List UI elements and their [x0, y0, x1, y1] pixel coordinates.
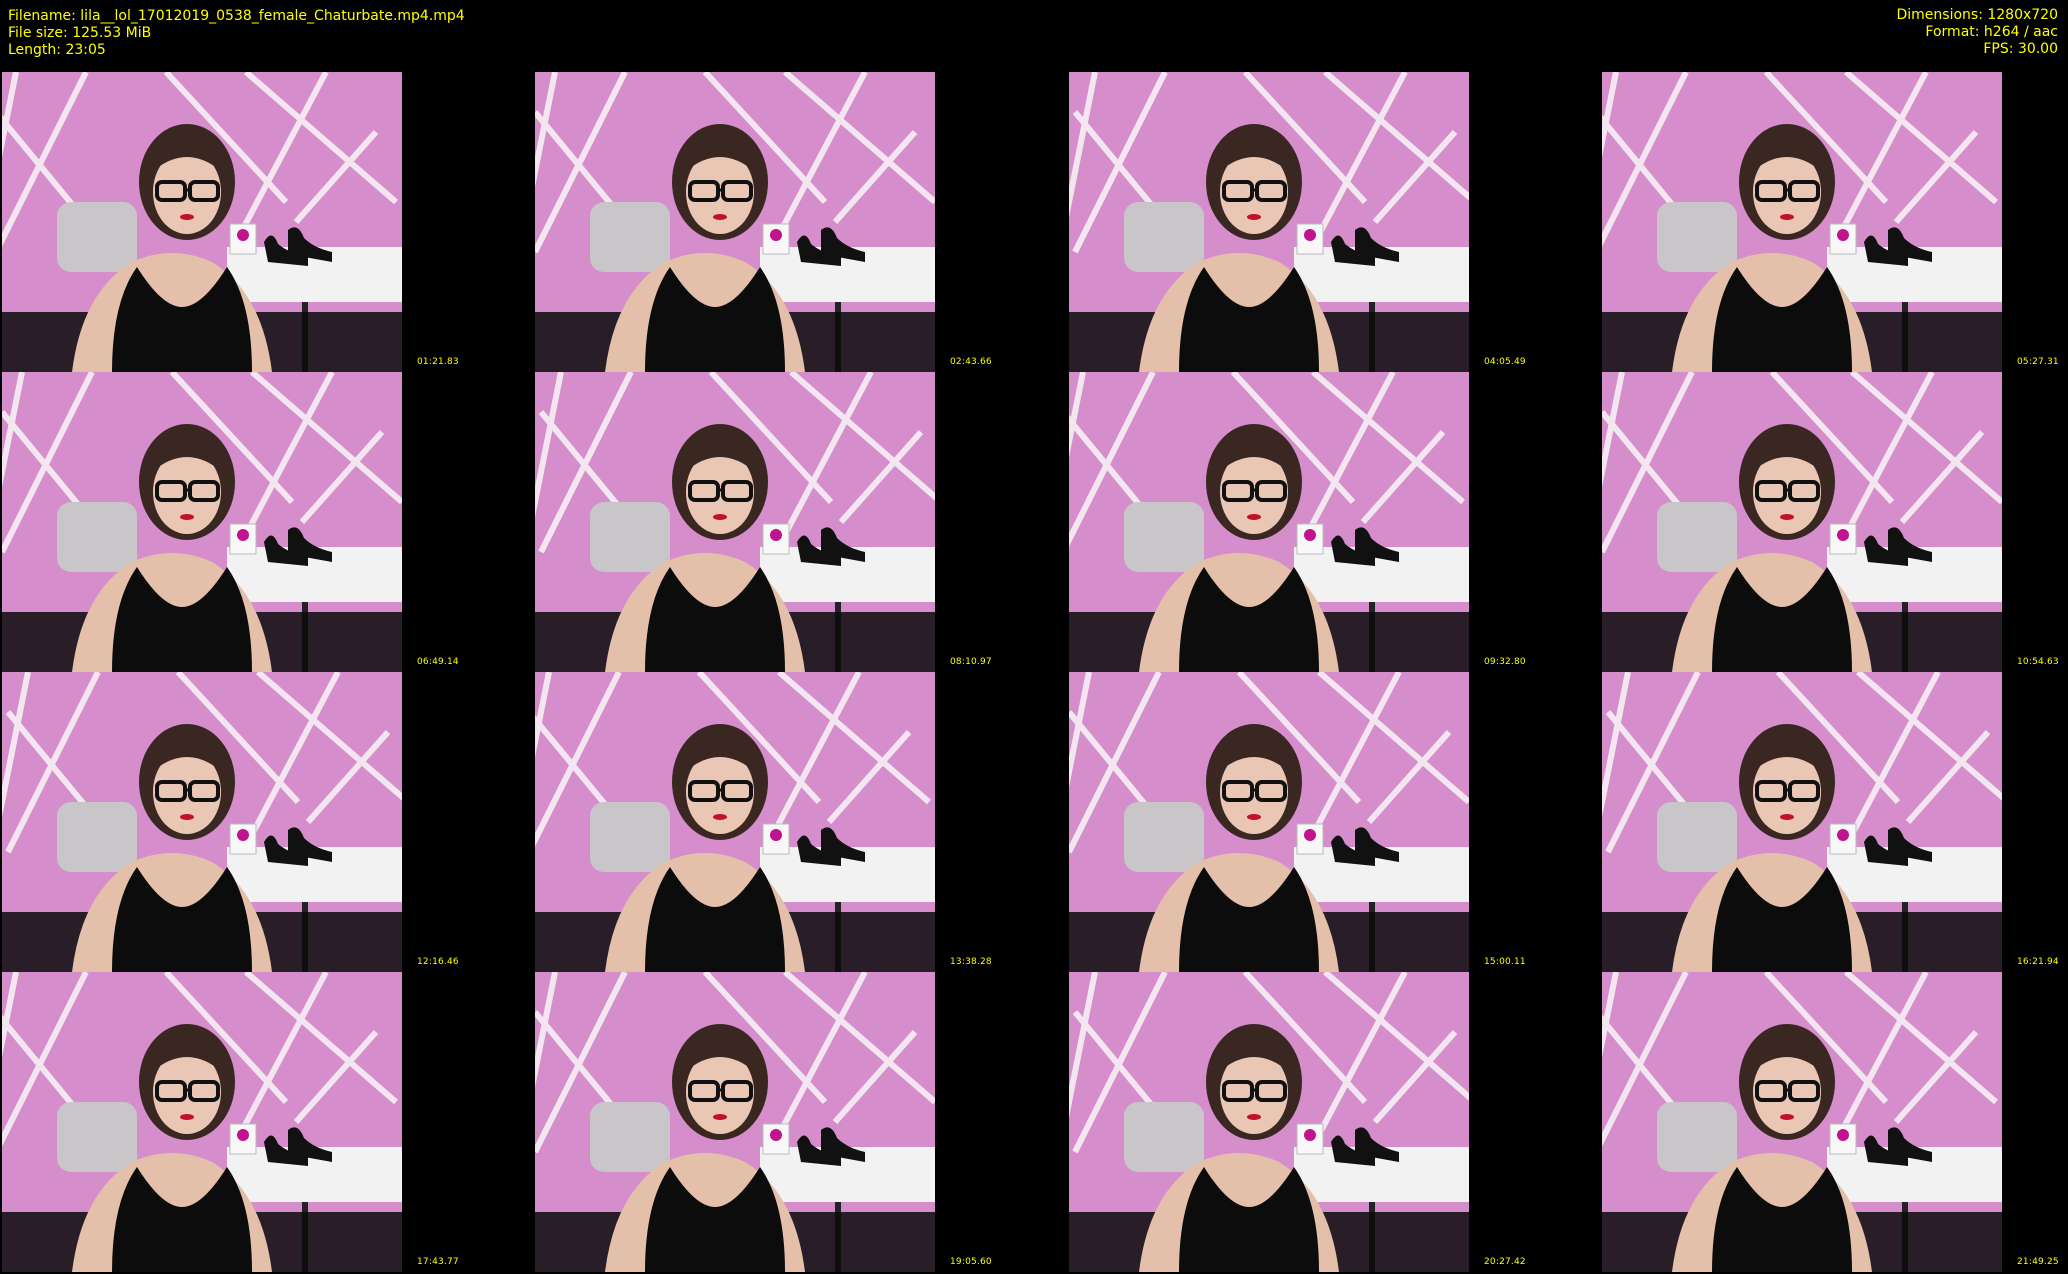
video-frame: [2, 372, 402, 672]
thumbnail-cell: 09:32.80: [1067, 372, 1600, 672]
thumbnail-grid: 01:21.83 02:43.66 04:05.49 05:27.31 06:49.14…: [0, 72, 2068, 1274]
thumbnail-cell: 12:16.46: [0, 672, 533, 972]
thumbnail-cell: 02:43.66: [533, 72, 1066, 372]
thumbnail-cell: 19:05.60: [533, 972, 1066, 1272]
timestamp-label: 06:49.14: [417, 657, 459, 667]
timestamp-label: 15:00.11: [1484, 957, 1526, 967]
thumbnail-cell: 10:54.63: [1600, 372, 2068, 672]
timestamp-label: 12:16.46: [417, 957, 459, 967]
media-info: Dimensions: 1280x720 Format: h264 / aac …: [1896, 7, 2058, 58]
video-frame: [535, 72, 935, 372]
timestamp-label: 05:27.31: [2017, 357, 2059, 367]
length-text: Length: 23:05: [8, 42, 106, 58]
thumbnail-cell: 17:43.77: [0, 972, 533, 1272]
thumbnail-cell: 13:38.28: [533, 672, 1066, 972]
timestamp-label: 08:10.97: [950, 657, 992, 667]
thumbnail-cell: 21:49.25: [1600, 972, 2068, 1272]
dimensions-text: Dimensions: 1280x720: [1896, 7, 2058, 23]
thumbnail-cell: 20:27.42: [1067, 972, 1600, 1272]
timestamp-label: 02:43.66: [950, 357, 992, 367]
video-frame: [1602, 372, 2002, 672]
timestamp-label: 20:27.42: [1484, 1257, 1526, 1267]
fps-text: FPS: 30.00: [1983, 41, 2058, 57]
format-text: Format: h264 / aac: [1925, 24, 2058, 40]
timestamp-label: 13:38.28: [950, 957, 992, 967]
thumbnail-cell: 01:21.83: [0, 72, 533, 372]
thumbnail-cell: 06:49.14: [0, 372, 533, 672]
video-frame: [2, 972, 402, 1272]
video-frame: [1602, 672, 2002, 972]
file-size-text: File size: 125.53 MiB: [8, 25, 152, 41]
timestamp-label: 21:49.25: [2017, 1257, 2059, 1267]
video-frame: [535, 972, 935, 1272]
file-info: Filename: lila__lol_17012019_0538_female…: [8, 8, 465, 59]
thumbnail-cell: 16:21.94: [1600, 672, 2068, 972]
video-frame: [535, 372, 935, 672]
video-frame: [535, 672, 935, 972]
filename-text: Filename: lila__lol_17012019_0538_female…: [8, 8, 465, 24]
thumbnail-cell: 04:05.49: [1067, 72, 1600, 372]
timestamp-label: 09:32.80: [1484, 657, 1526, 667]
timestamp-label: 19:05.60: [950, 1257, 992, 1267]
timestamp-label: 10:54.63: [2017, 657, 2059, 667]
video-frame: [1069, 672, 1469, 972]
thumbnail-cell: 05:27.31: [1600, 72, 2068, 372]
video-frame: [2, 72, 402, 372]
thumbnail-cell: 15:00.11: [1067, 672, 1600, 972]
video-frame: [1069, 72, 1469, 372]
timestamp-label: 01:21.83: [417, 357, 459, 367]
video-frame: [1069, 972, 1469, 1272]
timestamp-label: 17:43.77: [417, 1257, 459, 1267]
video-frame: [1602, 972, 2002, 1272]
timestamp-label: 04:05.49: [1484, 357, 1526, 367]
video-frame: [2, 672, 402, 972]
video-frame: [1069, 372, 1469, 672]
video-frame: [1602, 72, 2002, 372]
timestamp-label: 16:21.94: [2017, 957, 2059, 967]
thumbnail-cell: 08:10.97: [533, 372, 1066, 672]
